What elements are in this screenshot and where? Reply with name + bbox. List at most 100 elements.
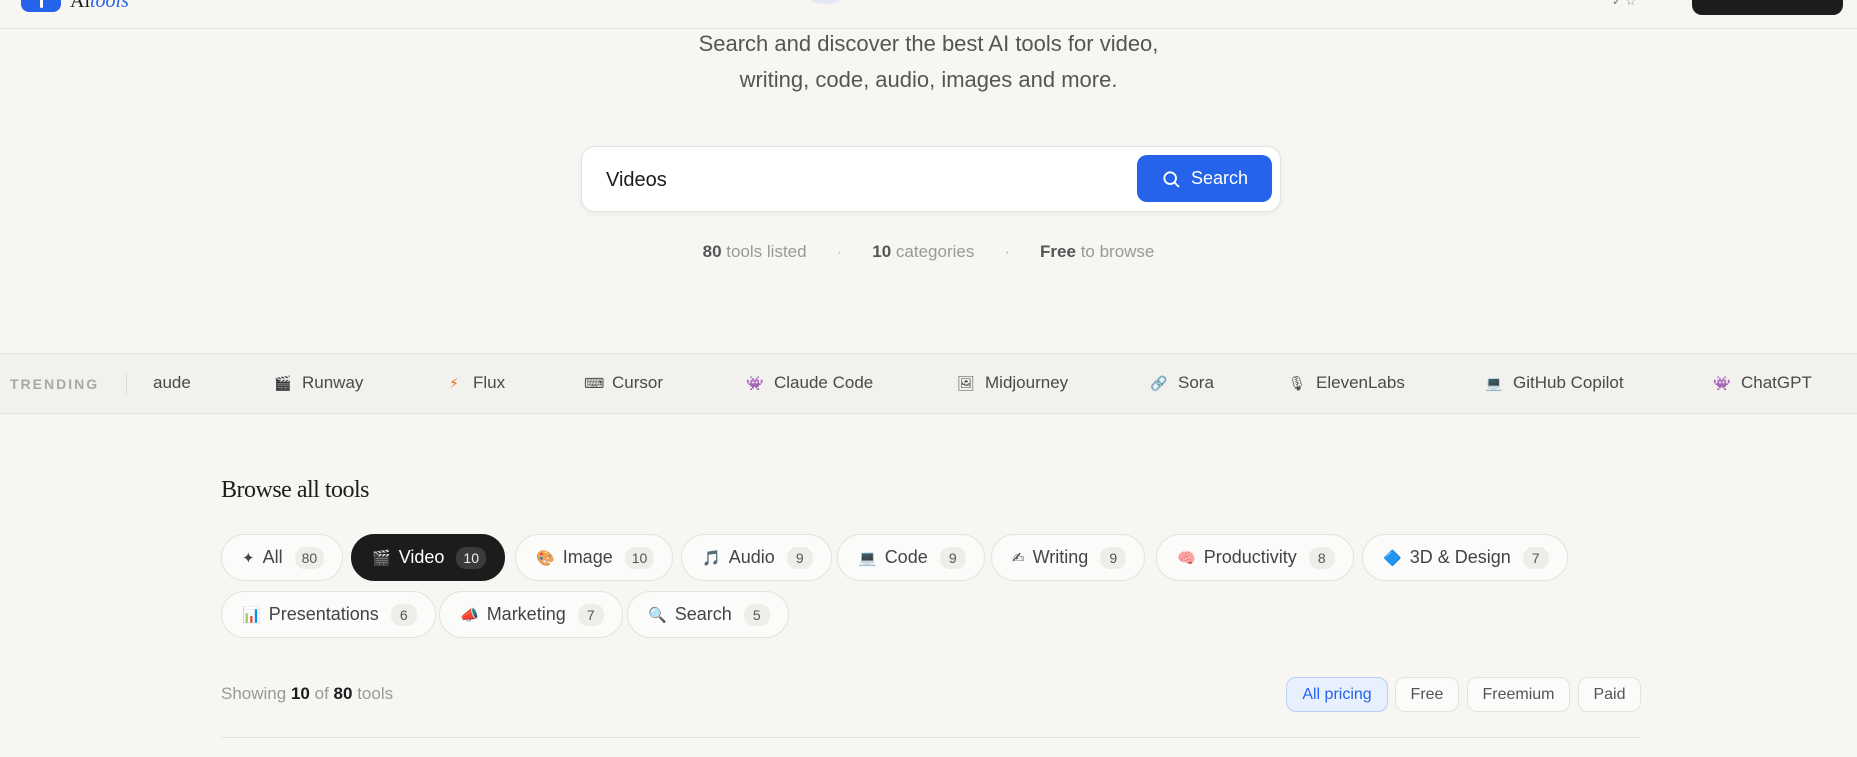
pricing-filter-all[interactable]: All pricing (1286, 677, 1388, 712)
trending-item[interactable]: 💻 GitHub Copilot (1485, 373, 1624, 393)
category-chip-code[interactable]: 💻 Code 9 (837, 534, 985, 581)
category-chip-productivity[interactable]: 🧠 Productivity 8 (1156, 534, 1354, 581)
category-count: 80 (294, 546, 325, 569)
trending-item[interactable]: ⚡ Flux (445, 373, 505, 393)
pricing-filter-paid[interactable]: Paid (1578, 677, 1641, 712)
category-chip-video[interactable]: 🎬 Video 10 (351, 534, 505, 581)
github-copilot-icon: 💻 (1485, 374, 1503, 391)
flux-icon: ⚡ (449, 374, 459, 391)
trending-item[interactable]: 👾 ChatGPT (1713, 373, 1812, 393)
category-chip-presentations[interactable]: 📊 Presentations 6 (221, 591, 436, 638)
category-count: 9 (786, 546, 813, 569)
trending-item[interactable]: 👾 Claude Code (746, 373, 873, 393)
trending-item[interactable]: aude (153, 373, 191, 393)
sora-icon: 🔗 (1150, 374, 1168, 391)
category-chip-writing[interactable]: ✍ Writing 9 (991, 534, 1146, 581)
pricing-filter-free[interactable]: Free (1395, 677, 1459, 712)
search-button-label: Search (1190, 168, 1249, 188)
trending-item-label: Claude Code (774, 373, 874, 392)
stat-free: Free to browse (1040, 242, 1155, 261)
category-label: Video (398, 547, 445, 567)
sparkle-icon: ✦ (242, 549, 255, 567)
category-count: 10 (456, 546, 486, 569)
runway-icon: 🎬 (274, 374, 292, 391)
trending-item-label: ElevenLabs (1316, 373, 1405, 392)
category-label: 3D & Design (1409, 547, 1511, 567)
category-label: Image (562, 547, 613, 567)
clapperboard-icon: 🎬 (372, 549, 391, 567)
trending-item-label: Sora (1178, 373, 1214, 392)
category-count: 9 (939, 546, 966, 569)
category-label: Code (884, 547, 928, 567)
category-label: Productivity (1203, 547, 1297, 567)
trending-item[interactable]: 🔗 Sora (1150, 373, 1214, 393)
search-box: Search (581, 146, 1281, 212)
trending-item-label: Midjourney (985, 373, 1069, 392)
trending-item-label: aude (153, 373, 191, 392)
search-button[interactable]: Search (1137, 155, 1272, 202)
category-chip-image[interactable]: 🎨 Image 10 (515, 534, 674, 581)
nav-cta-button[interactable] (1692, 0, 1843, 15)
music-note-icon: 🎵 (702, 549, 721, 567)
category-count: 7 (1522, 546, 1549, 569)
category-chip-audio[interactable]: 🎵 Audio 9 (681, 534, 832, 581)
elevenlabs-icon: 🎙 (1288, 374, 1306, 391)
category-label: All (262, 547, 283, 567)
stat-categories: 10 categories (872, 242, 975, 261)
logo-text[interactable]: Aitools (70, 0, 129, 11)
stats-row: 80 tools listed · 10 categories · Free t… (0, 242, 1857, 262)
category-label: Writing (1032, 547, 1089, 567)
megaphone-icon: 📣 (460, 606, 479, 624)
laptop-icon: 💻 (858, 549, 877, 567)
category-chip-marketing[interactable]: 📣 Marketing 7 (439, 591, 623, 638)
category-label: Presentations (268, 604, 379, 624)
trending-item[interactable]: 🎬 Runway (274, 373, 363, 393)
pricing-filter-freemium[interactable]: Freemium (1467, 677, 1570, 712)
nav-center-icon[interactable] (810, 0, 840, 4)
category-count: 7 (577, 603, 604, 626)
results-count: Showing 10 of 80 tools (221, 684, 394, 703)
hero-subtitle-line-1: Search and discover the best AI tools fo… (698, 31, 1159, 56)
category-chip-search[interactable]: 🔍 Search 5 (627, 591, 789, 638)
writing-hand-icon: ✍ (1012, 549, 1025, 567)
stat-tools: 80 tools listed (702, 242, 807, 261)
brain-icon: 🧠 (1177, 549, 1196, 567)
category-chip-all[interactable]: ✦ All 80 (221, 534, 344, 581)
category-count: 5 (743, 603, 770, 626)
diamond-icon: 🔷 (1383, 549, 1402, 567)
bar-chart-icon: 📊 (242, 606, 261, 624)
category-chip-3d-design[interactable]: 🔷 3D & Design 7 (1362, 534, 1568, 581)
claude-code-icon: 👾 (746, 374, 764, 391)
nav-utility-icons[interactable]: ✓ ☆ (1612, 0, 1636, 8)
trending-label: TRENDING (10, 376, 100, 392)
category-label: Search (674, 604, 732, 624)
trending-item-label: Cursor (612, 373, 664, 392)
cursor-icon: ⌨ (584, 374, 605, 391)
trending-item[interactable]: 🎙 ElevenLabs (1288, 373, 1405, 393)
trending-bar: TRENDING aude 🎬 Runway ⚡ Flux ⌨ Cursor 👾… (0, 353, 1857, 414)
trending-item-label: Flux (473, 373, 506, 392)
logo-icon[interactable] (21, 0, 61, 12)
trending-item-label: ChatGPT (1741, 373, 1812, 392)
category-count: 6 (390, 603, 417, 626)
search-icon (1163, 170, 1180, 187)
category-count: 8 (1308, 546, 1335, 569)
trending-item[interactable]: 🖼 Midjourney (957, 373, 1068, 393)
category-label: Marketing (486, 604, 566, 624)
midjourney-icon: 🖼 (957, 374, 975, 391)
divider (221, 737, 1641, 738)
hero-subtitle-line-2: writing, code, audio, images and more. (739, 67, 1118, 92)
trending-item[interactable]: ⌨ Cursor (584, 373, 663, 393)
top-nav: Aitools ✓ ☆ (0, 0, 1857, 29)
trending-item-label: GitHub Copilot (1513, 373, 1624, 392)
magnifier-icon: 🔍 (648, 606, 667, 624)
stat-separator: · (836, 242, 843, 261)
stat-separator: · (1004, 242, 1011, 261)
category-count: 9 (1100, 546, 1127, 569)
chatgpt-icon: 👾 (1713, 374, 1731, 391)
browse-title: Browse all tools (221, 477, 370, 503)
trending-item-label: Runway (302, 373, 364, 392)
category-count: 10 (624, 546, 655, 569)
trending-divider (126, 374, 127, 394)
search-input[interactable] (606, 163, 1106, 197)
